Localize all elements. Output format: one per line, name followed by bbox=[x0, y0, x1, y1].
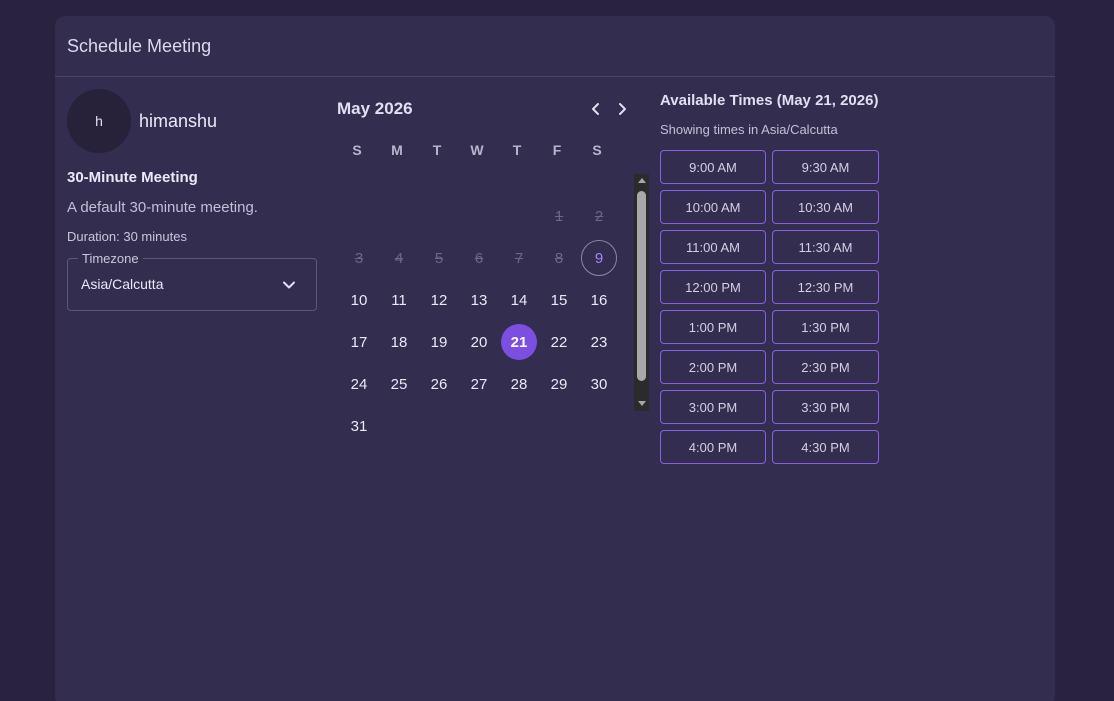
available-times-panel: Available Times (May 21, 2026) Showing t… bbox=[660, 92, 990, 464]
time-slot-button[interactable]: 9:00 AM bbox=[660, 150, 766, 184]
calendar-day-disabled: 3 bbox=[354, 249, 364, 267]
scrollbar-thumb[interactable] bbox=[637, 191, 646, 381]
calendar-day[interactable]: 26 bbox=[421, 366, 457, 402]
calendar-day[interactable]: 22 bbox=[541, 324, 577, 360]
time-slot-button[interactable]: 4:00 PM bbox=[660, 430, 766, 464]
calendar-day-disabled: 8 bbox=[554, 249, 564, 267]
calendar-day[interactable]: 25 bbox=[381, 366, 417, 402]
timezone-select[interactable]: Timezone Asia/Calcutta bbox=[67, 251, 317, 311]
time-slot-button[interactable]: 12:30 PM bbox=[772, 270, 879, 304]
time-slot-button[interactable]: 11:00 AM bbox=[660, 230, 766, 264]
calendar-day[interactable]: 11 bbox=[381, 282, 417, 318]
calendar-day[interactable]: 30 bbox=[581, 366, 617, 402]
calendar-scrollbar[interactable] bbox=[634, 174, 649, 411]
calendar-day[interactable]: 14 bbox=[501, 282, 537, 318]
calendar-day-disabled: 2 bbox=[594, 207, 604, 225]
meeting-title: 30-Minute Meeting bbox=[67, 169, 198, 186]
scroll-up-arrow-icon[interactable] bbox=[638, 178, 646, 183]
calendar-day-disabled: 1 bbox=[554, 207, 564, 225]
time-slot-button[interactable]: 1:00 PM bbox=[660, 310, 766, 344]
calendar-day[interactable]: 24 bbox=[341, 366, 377, 402]
time-slot-button[interactable]: 2:00 PM bbox=[660, 350, 766, 384]
calendar-day[interactable]: 16 bbox=[581, 282, 617, 318]
calendar-day[interactable]: 20 bbox=[461, 324, 497, 360]
time-slot-button[interactable]: 4:30 PM bbox=[772, 430, 879, 464]
card-header: Schedule Meeting bbox=[55, 16, 1055, 77]
calendar-day[interactable]: 13 bbox=[461, 282, 497, 318]
time-slot-button[interactable]: 10:00 AM bbox=[660, 190, 766, 224]
calendar-day-today[interactable]: 9 bbox=[581, 240, 617, 276]
time-slot-button[interactable]: 3:00 PM bbox=[660, 390, 766, 424]
time-slot-button[interactable]: 12:00 PM bbox=[660, 270, 766, 304]
calendar-day[interactable]: 23 bbox=[581, 324, 617, 360]
time-slot-button[interactable]: 3:30 PM bbox=[772, 390, 879, 424]
chevron-down-icon bbox=[283, 281, 295, 289]
timezone-note: Showing times in Asia/Calcutta bbox=[660, 122, 838, 137]
time-slot-button[interactable]: 2:30 PM bbox=[772, 350, 879, 384]
time-slot-grid: 9:00 AM 9:30 AM 10:00 AM 10:30 AM 11:00 AM 11… bbox=[660, 150, 990, 464]
calendar: May 2026 SMTWTFS 1 2 3 4 5 6 7 8 9 10 11 12 13 14 15 16… bbox=[335, 96, 645, 435]
calendar-day-selected[interactable]: 21 bbox=[501, 324, 537, 360]
time-slot-button[interactable]: 9:30 AM bbox=[772, 150, 879, 184]
calendar-day[interactable]: 15 bbox=[541, 282, 577, 318]
scroll-down-arrow-icon[interactable] bbox=[638, 401, 646, 406]
meeting-info-panel: h himanshu 30-Minute Meeting A default 3… bbox=[67, 89, 317, 311]
schedule-meeting-card: Schedule Meeting h himanshu 30-Minute Me… bbox=[55, 16, 1055, 701]
calendar-day[interactable]: 31 bbox=[341, 408, 377, 444]
host-info: h himanshu bbox=[67, 89, 317, 153]
calendar-day-disabled: 5 bbox=[434, 249, 444, 267]
timezone-value: Asia/Calcutta bbox=[81, 276, 164, 292]
time-slot-button[interactable]: 11:30 AM bbox=[772, 230, 879, 264]
page-title: Schedule Meeting bbox=[67, 35, 212, 56]
calendar-day[interactable]: 10 bbox=[341, 282, 377, 318]
calendar-day[interactable]: 28 bbox=[501, 366, 537, 402]
calendar-day[interactable]: 29 bbox=[541, 366, 577, 402]
host-name: himanshu bbox=[139, 110, 218, 131]
meeting-description: A default 30-minute meeting. bbox=[67, 199, 258, 216]
meeting-duration: Duration: 30 minutes bbox=[67, 229, 187, 244]
avatar: h bbox=[67, 89, 131, 153]
time-slot-button[interactable]: 1:30 PM bbox=[772, 310, 879, 344]
calendar-day-disabled: 4 bbox=[394, 249, 404, 267]
available-times-title: Available Times (May 21, 2026) bbox=[660, 92, 879, 109]
calendar-day[interactable]: 17 bbox=[341, 324, 377, 360]
calendar-day[interactable]: 27 bbox=[461, 366, 497, 402]
calendar-day-disabled: 7 bbox=[514, 249, 524, 267]
calendar-day-disabled: 6 bbox=[474, 249, 484, 267]
calendar-day[interactable]: 18 bbox=[381, 324, 417, 360]
calendar-day[interactable]: 19 bbox=[421, 324, 457, 360]
time-slot-button[interactable]: 10:30 AM bbox=[772, 190, 879, 224]
calendar-day[interactable]: 12 bbox=[421, 282, 457, 318]
calendar-days-grid: 1 2 3 4 5 6 7 8 9 10 11 12 13 14 15 16 17 18 19 20 21 22 23 24 2… bbox=[335, 96, 625, 436]
timezone-label: Timezone bbox=[78, 251, 143, 266]
